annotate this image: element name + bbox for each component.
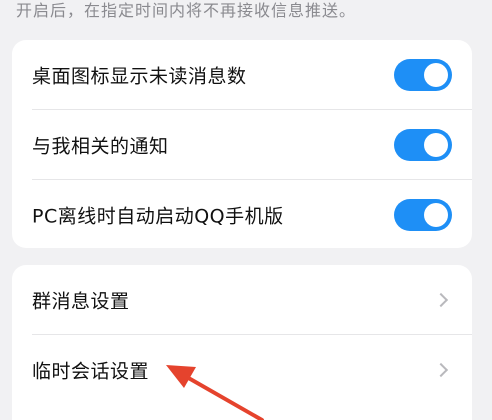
setting-label: 与我相关的通知 [32,135,169,158]
setting-label: 桌面图标显示未读消息数 [32,65,247,88]
setting-row-unread-badge[interactable]: 桌面图标显示未读消息数 [12,40,472,110]
chevron-right-icon [433,292,449,308]
setting-row-group-message[interactable]: 群消息设置 [12,265,472,335]
toggle-knob [424,63,448,87]
pc-offline-toggle[interactable] [394,199,452,231]
toggle-knob [424,133,448,157]
unread-badge-toggle[interactable] [394,59,452,91]
navigation-settings-card: 群消息设置 临时会话设置 [12,265,472,420]
setting-row-pc-offline[interactable]: PC离线时自动启动QQ手机版 [12,180,472,250]
toggle-settings-card: 桌面图标显示未读消息数 与我相关的通知 PC离线时自动启动QQ手机版 [12,40,472,248]
setting-row-temp-chat[interactable]: 临时会话设置 [12,335,472,405]
toggle-knob [424,203,448,227]
setting-label: 临时会话设置 [32,360,150,383]
do-not-disturb-hint: 开启后，在指定时间内将不再接收信息推送。 [16,1,357,20]
setting-row-mention-notify[interactable]: 与我相关的通知 [12,110,472,180]
setting-label: PC离线时自动启动QQ手机版 [32,205,284,228]
setting-label: 群消息设置 [32,290,130,313]
chevron-right-icon [433,362,449,378]
mention-notify-toggle[interactable] [394,129,452,161]
notification-settings-page: 开启后，在指定时间内将不再接收信息推送。 桌面图标显示未读消息数 与我相关的通知… [0,0,492,420]
